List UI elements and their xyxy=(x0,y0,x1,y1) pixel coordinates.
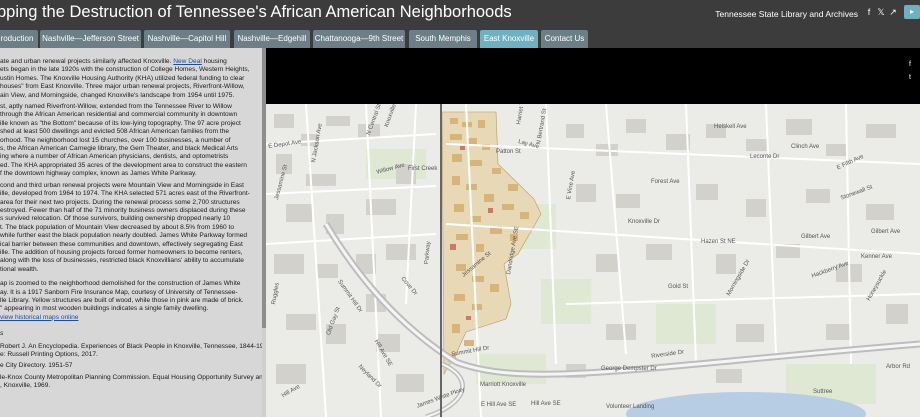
facebook-icon[interactable]: f xyxy=(864,7,874,18)
tab-capitol-hill[interactable]: Nashville—Capitol Hill xyxy=(144,30,230,48)
tab-9th-street[interactable]: Chattanooga—9th Street xyxy=(313,30,405,48)
map-label: Marriott Knoxville xyxy=(480,382,527,388)
twitter-icon[interactable]: 𝕏 xyxy=(876,7,886,18)
map-label: Clinch Ave xyxy=(791,144,820,150)
brand-link[interactable]: Tennessee State Library and Archives xyxy=(715,9,858,19)
tab-contact-us[interactable]: Contact Us xyxy=(541,30,588,48)
tab-jefferson-street[interactable]: Nashville—Jefferson Street xyxy=(40,30,141,48)
header: pping the Destruction of Tennessee's Afr… xyxy=(0,0,920,28)
swipe-divider[interactable] xyxy=(440,104,442,417)
park-area xyxy=(541,279,591,324)
share-icon[interactable]: ▸ xyxy=(904,5,920,19)
map-label: Hill Ave SE xyxy=(531,401,561,407)
map-share-icons: f t xyxy=(906,61,916,87)
map-label: Kenner Ave xyxy=(861,254,892,260)
map-label: Gold St xyxy=(668,284,689,290)
map-label: Patton St xyxy=(496,149,521,155)
facebook-icon[interactable]: f xyxy=(906,61,914,69)
paragraph-map-note: ap is zoomed to the neighborhood demolis… xyxy=(0,280,252,322)
tab-bar: roduction Nashville—Jefferson Street Nas… xyxy=(0,28,920,48)
side-panel: ate and urban renewal projects similarly… xyxy=(0,48,262,417)
map-label: Gilbert Ave xyxy=(801,234,831,240)
tab-east-knoxville[interactable]: East Knoxville xyxy=(480,30,538,48)
tab-south-memphis[interactable]: South Memphis xyxy=(409,30,477,48)
paragraph-mountain-view: cond and third urban renewal projects we… xyxy=(0,181,250,273)
paragraph-riverfront: st, aptly named Riverfront-Willow, exten… xyxy=(0,103,247,178)
tab-introduction[interactable]: roduction xyxy=(0,30,38,48)
historical-maps-link[interactable]: view historical maps online xyxy=(0,314,252,322)
map-label: Forest Ave xyxy=(651,179,680,185)
paragraph-intro: ate and urban renewal projects similarly… xyxy=(0,58,250,99)
map-label: Volunteer Landing xyxy=(606,404,655,410)
tab-edgehill[interactable]: Nashville—Edgehill xyxy=(234,30,310,48)
twitter-icon[interactable]: t xyxy=(906,74,914,82)
sources: s Robert J. An Encyclopedia. Experiences… xyxy=(0,330,262,390)
map-header-bar: f t xyxy=(266,48,920,104)
map-label: Leconte Dr xyxy=(750,154,780,160)
sources-heading: s xyxy=(0,330,4,338)
park-area xyxy=(656,304,716,344)
map-label: George Dempster Dr xyxy=(601,366,657,372)
map-label: Arbor Rd xyxy=(886,364,911,370)
map-label: Suttree xyxy=(813,389,833,395)
map-label: Gilbert Ave xyxy=(871,229,901,235)
app-title: pping the Destruction of Tennessee's Afr… xyxy=(0,3,512,21)
map-label: First Creek xyxy=(408,166,438,172)
map-label: Hazen St NE xyxy=(701,239,736,245)
map-label: Knoxville Dr xyxy=(628,219,661,225)
map-label: E Hill Ave SE xyxy=(481,402,517,408)
map-label: Heiskell Ave xyxy=(714,124,747,130)
swipe-map[interactable]: E Depot Ave N Jackson Ave Willow Ave Fir… xyxy=(266,104,920,417)
panel-text: ate and urban renewal projects similarly… xyxy=(0,58,262,394)
link-icon[interactable]: ↗ xyxy=(888,7,898,18)
new-deal-link[interactable]: New Deal xyxy=(173,58,202,65)
